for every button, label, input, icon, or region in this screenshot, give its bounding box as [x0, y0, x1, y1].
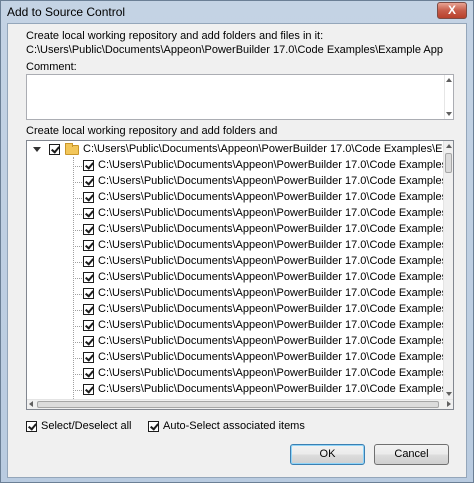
tree-item-checkbox[interactable] [83, 368, 94, 379]
tree-item-checkbox[interactable] [83, 272, 94, 283]
tree-item-checkbox[interactable] [83, 224, 94, 235]
tree-item-label: C:\Users\Public\Documents\Appeon\PowerBu… [98, 383, 445, 395]
tree-connector-line [73, 342, 82, 343]
scroll-down-icon[interactable] [446, 392, 452, 396]
tree-item-row[interactable]: C:\Users\Public\Documents\Appeon\PowerBu… [27, 222, 445, 238]
tree-item-row[interactable]: C:\Users\Public\Documents\Appeon\PowerBu… [27, 366, 445, 382]
repository-path-label: C:\Users\Public\Documents\Appeon\PowerBu… [26, 44, 443, 56]
tree-item-label: C:\Users\Public\Documents\Appeon\PowerBu… [98, 239, 445, 251]
tree-connector-line [73, 230, 82, 231]
tree-connector-line [73, 198, 82, 199]
tree-connector-line [73, 262, 82, 263]
root-checkbox[interactable] [49, 144, 60, 155]
tree-item-row[interactable]: C:\Users\Public\Documents\Appeon\PowerBu… [27, 350, 445, 366]
tree-item-row[interactable]: C:\Users\Public\Documents\Appeon\PowerBu… [27, 286, 445, 302]
auto-select-checkbox[interactable] [148, 421, 159, 432]
tree-connector-line [73, 214, 82, 215]
title-bar[interactable]: Add to Source Control X [1, 1, 473, 23]
tree-item-label: C:\Users\Public\Documents\Appeon\PowerBu… [98, 351, 445, 363]
tree-item-row[interactable]: C:\Users\Public\Documents\Appeon\PowerBu… [27, 302, 445, 318]
tree-item-checkbox[interactable] [83, 256, 94, 267]
ok-button[interactable]: OK [290, 444, 365, 465]
tree-item-row[interactable]: C:\Users\Public\Documents\Appeon\PowerBu… [27, 158, 445, 174]
tree-connector-line [73, 294, 82, 295]
close-icon: X [447, 3, 456, 17]
tree-item-label: C:\Users\Public\Documents\Appeon\PowerBu… [98, 175, 445, 187]
tree-label: Create local working repository and add … [26, 125, 278, 137]
tree-item-row[interactable]: C:\Users\Public\Documents\Appeon\PowerBu… [27, 206, 445, 222]
tree-item-row[interactable]: C:\Users\Public\Documents\Appeon\PowerBu… [27, 238, 445, 254]
tree-root-row[interactable]: C:\Users\Public\Documents\Appeon\PowerBu… [27, 142, 445, 158]
scroll-left-icon[interactable] [29, 401, 33, 407]
tree-item-row[interactable]: C:\Users\Public\Documents\Appeon\PowerBu… [27, 254, 445, 270]
tree-item-checkbox[interactable] [83, 336, 94, 347]
tree-connector-line [73, 374, 82, 375]
tree-item-row[interactable]: C:\Users\Public\Documents\Appeon\PowerBu… [27, 334, 445, 350]
tree-connector-line [73, 246, 82, 247]
tree-item-checkbox[interactable] [83, 208, 94, 219]
tree-connector-line [73, 310, 82, 311]
tree-item-label: C:\Users\Public\Documents\Appeon\PowerBu… [98, 287, 445, 299]
tree-item-label: C:\Users\Public\Documents\Appeon\PowerBu… [98, 191, 445, 203]
tree-item-checkbox[interactable] [83, 160, 94, 171]
add-to-source-control-dialog: Add to Source Control X Create local wor… [0, 0, 474, 483]
select-all-checkbox[interactable] [26, 421, 37, 432]
tree-item-row[interactable]: C:\Users\Public\Documents\Appeon\PowerBu… [27, 174, 445, 190]
scroll-right-icon[interactable] [447, 401, 451, 407]
window-title: Add to Source Control [7, 5, 126, 19]
tree-connector-line [73, 278, 82, 279]
tree-item-label: C:\Users\Public\Documents\Appeon\PowerBu… [98, 271, 445, 283]
tree-item-checkbox[interactable] [83, 192, 94, 203]
tree-item-label: C:\Users\Public\Documents\Appeon\PowerBu… [98, 319, 445, 331]
tree-connector-line [73, 358, 82, 359]
tree-item-label: C:\Users\Public\Documents\Appeon\PowerBu… [98, 255, 445, 267]
horizontal-scroll-thumb[interactable] [37, 401, 439, 408]
comment-textarea[interactable] [26, 74, 454, 120]
tree-vertical-scrollbar[interactable] [443, 141, 453, 399]
tree-horizontal-scrollbar[interactable] [27, 399, 453, 409]
tree-item-checkbox[interactable] [83, 288, 94, 299]
tree-item-checkbox[interactable] [83, 176, 94, 187]
cancel-button[interactable]: Cancel [374, 444, 449, 465]
tree-item-label: C:\Users\Public\Documents\Appeon\PowerBu… [98, 207, 445, 219]
tree-root-label: C:\Users\Public\Documents\Appeon\PowerBu… [83, 143, 445, 155]
tree-item-row[interactable]: C:\Users\Public\Documents\Appeon\PowerBu… [27, 270, 445, 286]
comment-label: Comment: [26, 61, 77, 73]
tree-item-checkbox[interactable] [83, 320, 94, 331]
tree-item-checkbox[interactable] [83, 352, 94, 363]
file-tree[interactable]: C:\Users\Public\Documents\Appeon\PowerBu… [26, 140, 454, 410]
close-button[interactable]: X [437, 2, 467, 19]
tree-connector-line [73, 390, 82, 391]
tree-item-label: C:\Users\Public\Documents\Appeon\PowerBu… [98, 159, 445, 171]
auto-select-label: Auto-Select associated items [163, 420, 305, 432]
expand-collapse-icon[interactable] [33, 147, 41, 152]
tree-connector-line [73, 326, 82, 327]
scroll-down-icon[interactable] [446, 112, 452, 116]
comment-scrollbar[interactable] [444, 75, 453, 119]
tree-item-label: C:\Users\Public\Documents\Appeon\PowerBu… [98, 367, 445, 379]
scroll-up-icon[interactable] [446, 78, 452, 82]
tree-item-label: C:\Users\Public\Documents\Appeon\PowerBu… [98, 303, 445, 315]
folder-open-icon [65, 143, 79, 155]
vertical-scroll-thumb[interactable] [445, 153, 452, 173]
tree-item-checkbox[interactable] [83, 240, 94, 251]
dialog-client-area: Create local working repository and add … [7, 23, 467, 478]
tree-item-row[interactable]: C:\Users\Public\Documents\Appeon\PowerBu… [27, 190, 445, 206]
scroll-up-icon[interactable] [446, 144, 452, 148]
file-tree-viewport: C:\Users\Public\Documents\Appeon\PowerBu… [27, 141, 445, 399]
tree-connector-line [73, 166, 82, 167]
tree-item-checkbox[interactable] [83, 384, 94, 395]
tree-item-checkbox[interactable] [83, 304, 94, 315]
tree-item-label: C:\Users\Public\Documents\Appeon\PowerBu… [98, 223, 445, 235]
tree-connector-line [73, 182, 82, 183]
tree-item-row[interactable]: C:\Users\Public\Documents\Appeon\PowerBu… [27, 318, 445, 334]
intro-label: Create local working repository and add … [26, 30, 324, 42]
select-all-label: Select/Deselect all [41, 420, 132, 432]
tree-item-label: C:\Users\Public\Documents\Appeon\PowerBu… [98, 335, 445, 347]
tree-item-row[interactable]: C:\Users\Public\Documents\Appeon\PowerBu… [27, 382, 445, 398]
